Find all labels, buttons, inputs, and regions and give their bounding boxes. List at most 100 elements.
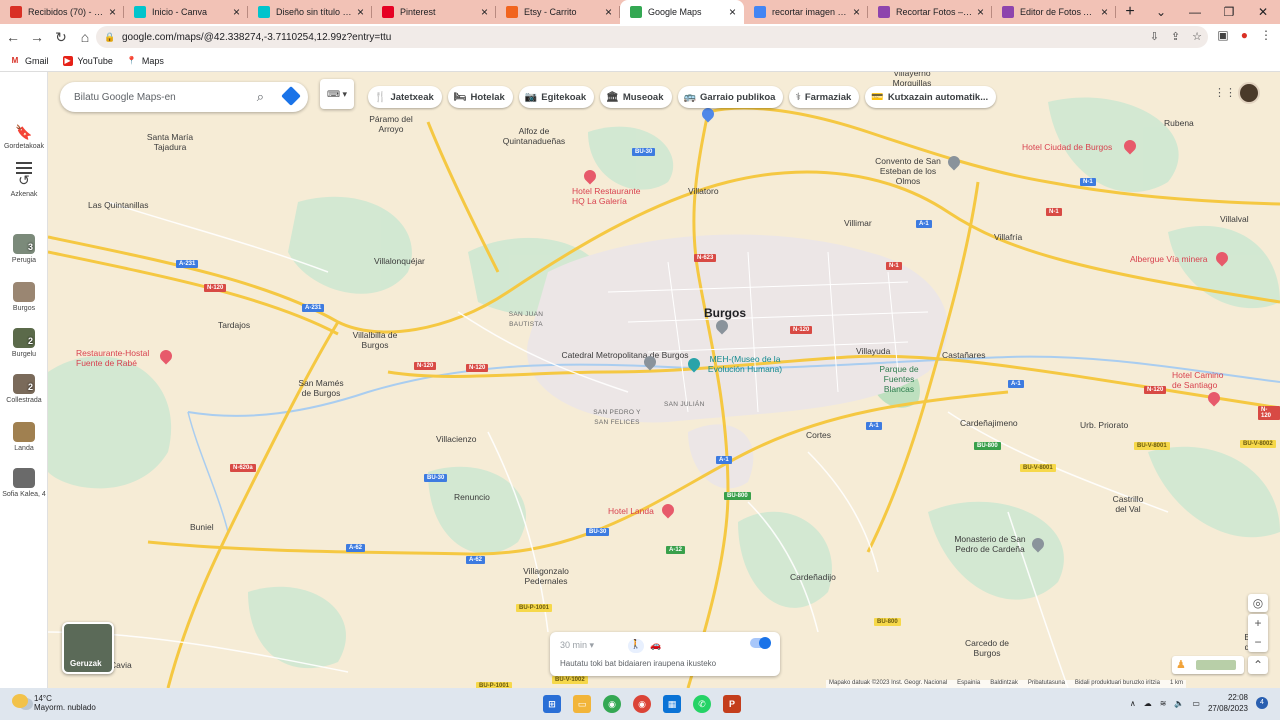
map-label-cortes[interactable]: Cortes <box>806 430 831 440</box>
map-label-convento[interactable]: Convento de San Esteban de los Olmos <box>868 156 948 186</box>
map-label-burgos[interactable]: Burgos <box>704 307 746 319</box>
map-label-villayuda[interactable]: Villayuda <box>856 346 890 356</box>
map-label-monasterio[interactable]: Monasterio de San Pedro de Cardeña <box>950 534 1030 554</box>
map-label-catedral[interactable]: Catedral Metropolitana de Burgos <box>560 350 690 360</box>
onedrive-icon[interactable]: ☁ <box>1144 699 1152 708</box>
map-label-cardenajimeno[interactable]: Cardeñajimeno <box>960 418 1018 428</box>
address-bar[interactable]: 🔒 google.com/maps/@42.338274,-3.7110254,… <box>96 26 1208 48</box>
poi-restaurante-hostal[interactable]: Restaurante-Hostal Fuente de Rabé <box>76 348 160 368</box>
map-label-tardajos[interactable]: Tardajos <box>218 320 250 330</box>
chip-camera[interactable]: 📷 Egitekoak <box>518 86 595 108</box>
bookmark-youtube[interactable]: ▶ YouTube <box>62 55 113 66</box>
poi-albergue[interactable]: Albergue Vía minera <box>1130 254 1208 264</box>
chip-hotel[interactable]: 🛏 Hotelak <box>447 86 513 108</box>
map-label-priorato[interactable]: Urb. Priorato <box>1080 420 1128 430</box>
poi-hotel-galeria[interactable]: Hotel Restaurante HQ La Galería <box>572 186 648 206</box>
browser-tab[interactable]: Pinterest × <box>372 0 496 24</box>
home-icon[interactable]: ⌂ <box>74 29 96 45</box>
browser-tab[interactable]: Recortar Fotos – Reco × <box>868 0 992 24</box>
close-window-icon[interactable]: ✕ <box>1246 0 1280 24</box>
search-input[interactable]: Bilatu Google Maps-en <box>74 92 176 103</box>
tab-close-icon[interactable]: × <box>605 5 612 19</box>
map-label-meh[interactable]: MEH-(Museo de la Evolución Humana) <box>700 354 790 374</box>
chip-restaurant[interactable]: 🍴 Jatetxeak <box>368 86 442 108</box>
browser-tab[interactable]: Editor de Fotos AI - E × <box>992 0 1116 24</box>
browser-tab[interactable]: Diseño sin título - Gra × <box>248 0 372 24</box>
tab-close-icon[interactable]: × <box>853 5 860 19</box>
lock-icon[interactable]: 🔒 <box>104 32 115 42</box>
volume-icon[interactable]: 🔈 <box>1174 699 1184 708</box>
map-label-paramo[interactable]: Páramo del Arroyo <box>366 114 416 134</box>
rail-place[interactable]: Sofia Kalea, 4 <box>0 468 48 498</box>
chip-atm[interactable]: 💳 Kutxazain automatik... <box>865 86 997 108</box>
new-tab-button[interactable]: + <box>1116 0 1144 24</box>
poi-hotel-landa[interactable]: Hotel Landa <box>608 506 654 516</box>
tab-search-icon[interactable]: ⌄ <box>1144 0 1178 24</box>
map-label-villalonquejar[interactable]: Villalonquéjar <box>374 256 425 266</box>
travel-time-select[interactable]: 30 min ▾ <box>560 640 594 651</box>
browser-tab[interactable]: Etsy - Carrito × <box>496 0 620 24</box>
map-label-santa-maria[interactable]: Santa María Tajadura <box>140 132 200 152</box>
rail-recent[interactable]: ↺ Azkenak <box>0 172 48 198</box>
map-label-villalbilla[interactable]: Villalbilla de Burgos <box>350 330 400 350</box>
map-label-castanares[interactable]: Castañares <box>942 350 985 360</box>
map-label-san-juan[interactable]: SAN JUAN BAUTISTA <box>506 310 546 330</box>
map-label-parque[interactable]: Parque de Fuentes Blancas <box>874 364 924 394</box>
poi-hotel-ciudad[interactable]: Hotel Ciudad de Burgos <box>1022 142 1112 152</box>
google-apps-icon[interactable]: ⋮⋮ <box>1214 86 1236 99</box>
pegman-icon[interactable]: ♟ <box>1176 658 1186 671</box>
browser-tab[interactable]: recortar imagen con fo × <box>744 0 868 24</box>
rail-place[interactable]: 3 Perugia <box>0 234 48 264</box>
chip-museum[interactable]: 🏛 Museoak <box>600 86 672 108</box>
minimize-icon[interactable]: — <box>1178 0 1212 24</box>
map-label-castrillo[interactable]: Castrillo del Val <box>1106 494 1150 514</box>
map-label-renuncio[interactable]: Renuncio <box>454 492 490 502</box>
browser-tab[interactable]: Recibidos (70) - marar × <box>0 0 124 24</box>
rail-saved[interactable]: 🔖 Gordetakoak <box>0 124 48 150</box>
map-label-villalval[interactable]: Villalval <box>1220 214 1249 224</box>
zoom-out-button[interactable]: − <box>1248 633 1268 652</box>
map-label-las-quintanillas[interactable]: Las Quintanillas <box>88 200 148 210</box>
tab-close-icon[interactable]: × <box>977 5 984 19</box>
map-label-san-pedro[interactable]: SAN PEDRO Y SAN FELICES <box>592 408 642 428</box>
rail-place[interactable]: 2 Burgelu <box>0 328 48 358</box>
rail-place[interactable]: 2 Collestrada <box>0 374 48 404</box>
share-icon[interactable]: ⇪ <box>1171 30 1180 43</box>
car-icon[interactable]: 🚗 <box>650 640 661 651</box>
map-label-villacienzo[interactable]: Villacienzo <box>436 434 476 444</box>
map-label-rubena[interactable]: Rubena <box>1164 118 1194 128</box>
file-explorer-icon[interactable]: ▭ <box>573 695 591 713</box>
install-app-icon[interactable]: ⇩ <box>1150 30 1159 43</box>
map-label-buniel[interactable]: Buniel <box>190 522 214 532</box>
browser-tab[interactable]: Inicio - Canva × <box>124 0 248 24</box>
imagery-thumbnails[interactable] <box>1196 660 1236 670</box>
powerpoint-icon[interactable]: P <box>723 695 741 713</box>
clock[interactable]: 22:08 27/08/2023 <box>1208 692 1248 714</box>
chevron-up-icon[interactable]: ∧ <box>1130 699 1136 708</box>
tab-close-icon[interactable]: × <box>481 5 488 19</box>
wifi-icon[interactable]: ≋ <box>1160 699 1167 708</box>
map-label-san-mames[interactable]: San Mamés de Burgos <box>296 378 346 398</box>
tab-close-icon[interactable]: × <box>357 5 364 19</box>
back-icon[interactable]: ← <box>2 29 24 45</box>
tab-close-icon[interactable]: × <box>1101 5 1108 19</box>
battery-icon[interactable]: ▭ <box>1192 699 1200 708</box>
forward-icon[interactable]: → <box>26 29 48 45</box>
tab-close-icon[interactable]: × <box>233 5 240 19</box>
reload-icon[interactable]: ↻ <box>50 29 72 46</box>
tab-close-icon[interactable]: × <box>109 5 116 19</box>
map-label-cardenadijo[interactable]: Cardeñadijo <box>790 572 836 582</box>
map-label-villagonzalo[interactable]: Villagonzalo Pedernales <box>516 566 576 586</box>
map-label-villafria[interactable]: Villafría <box>994 232 1022 242</box>
directions-icon[interactable] <box>281 86 301 106</box>
map-label-villimar[interactable]: Villimar <box>844 218 872 228</box>
map-label-san-julian[interactable]: SAN JULIÁN <box>664 400 705 410</box>
calculator-icon[interactable]: ▦ <box>663 695 681 713</box>
windows-start-icon[interactable]: ⊞ <box>543 695 561 713</box>
notification-badge[interactable]: 4 <box>1256 697 1268 709</box>
layers-button[interactable]: Geruzak <box>62 622 114 674</box>
rail-place[interactable]: Burgos <box>0 282 48 312</box>
avatar[interactable] <box>1238 82 1260 104</box>
map-label-alfoz[interactable]: Alfoz de Quintanadueñas <box>494 126 574 146</box>
search-icon[interactable]: ⌕ <box>257 89 264 105</box>
